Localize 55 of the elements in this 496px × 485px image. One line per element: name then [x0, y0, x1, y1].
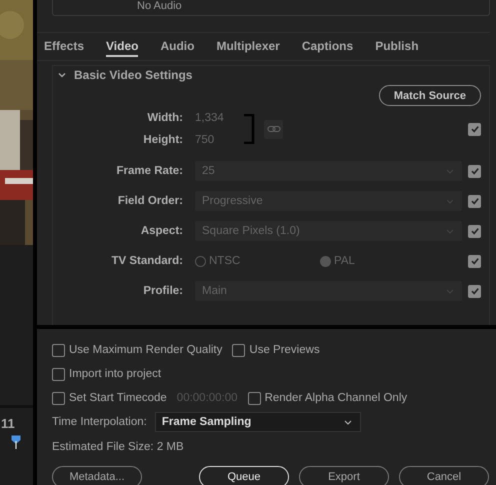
field-label: Aspect: — [140, 225, 184, 237]
action-button[interactable]: Queue — [199, 466, 289, 485]
tab[interactable]: Captions — [302, 36, 354, 56]
caret-icon — [446, 168, 454, 174]
checkbox[interactable] — [468, 194, 481, 208]
field-label: Time Interpolation: — [52, 416, 147, 428]
tab[interactable]: Publish — [375, 36, 419, 56]
action-button[interactable]: Cancel — [399, 466, 489, 485]
tab[interactable]: Effects — [44, 36, 84, 56]
playhead-icon[interactable] — [11, 435, 21, 449]
checkbox[interactable] — [52, 392, 65, 404]
caret-icon — [446, 288, 454, 294]
field-label: Height: — [142, 134, 184, 146]
checkbox-label: Use Maximum Render Quality — [69, 344, 222, 356]
checkbox[interactable] — [468, 284, 481, 298]
bracket-icon — [243, 114, 255, 144]
height-value: 750 — [195, 134, 216, 146]
checkbox[interactable] — [468, 224, 481, 238]
radio-button[interactable] — [195, 256, 206, 266]
checkbox[interactable] — [52, 368, 65, 380]
width-value: 1,334 — [195, 112, 225, 124]
action-button[interactable]: Metadata... — [52, 466, 142, 485]
match-source-button[interactable]: Match Source — [378, 85, 481, 106]
action-button[interactable]: Export — [299, 466, 389, 485]
checkbox[interactable] — [52, 344, 65, 356]
link-icon[interactable] — [264, 120, 283, 138]
radio-label: PAL — [334, 255, 355, 267]
field-label: Frame Rate: — [116, 165, 184, 177]
field-label: Width: — [146, 112, 184, 124]
checkbox-label: Render Alpha Channel Only — [264, 392, 408, 404]
checkbox-label: Use Previews — [249, 344, 320, 356]
field-label: Field Order: — [116, 195, 184, 207]
caret-icon — [446, 198, 454, 204]
checkbox[interactable] — [232, 344, 246, 356]
radio-label: NTSC — [209, 255, 240, 267]
checkbox[interactable] — [468, 254, 481, 268]
tab[interactable]: Video — [106, 36, 138, 56]
checkbox[interactable] — [468, 164, 481, 178]
checkbox-label: Import into project — [69, 368, 162, 380]
frame-number: 11 — [1, 416, 15, 431]
file-size-text: Estimated File Size: 2 MB — [52, 441, 184, 453]
checkbox[interactable] — [468, 122, 481, 136]
section-title: Basic Video Settings — [74, 68, 192, 82]
checkbox[interactable] — [248, 392, 261, 404]
field-label: Profile: — [142, 285, 184, 297]
tab[interactable]: Audio — [160, 36, 194, 56]
checkbox-label: Set Start Timecode — [69, 392, 167, 404]
caret-icon — [446, 228, 454, 234]
tab[interactable]: Multiplexer — [216, 36, 280, 56]
audio-summary: No Audio — [137, 0, 182, 13]
field-label: TV Standard: — [110, 255, 184, 267]
caret-icon — [344, 420, 352, 424]
dropdown[interactable]: Frame Sampling — [154, 412, 361, 432]
chevron-icon[interactable] — [58, 72, 66, 78]
radio-button[interactable] — [320, 256, 331, 266]
